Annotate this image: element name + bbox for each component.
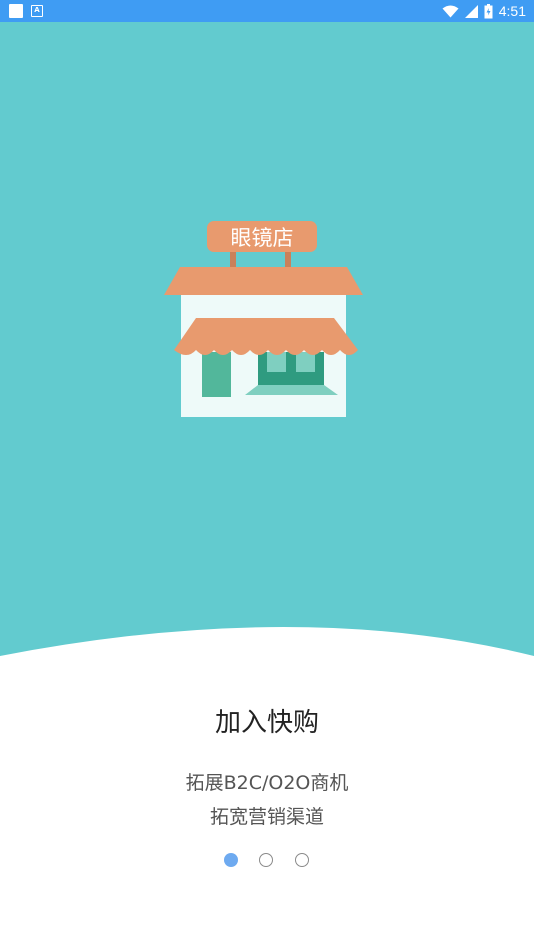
page-dot-1[interactable] [224, 853, 238, 867]
shop-counter [245, 385, 338, 395]
shop-window-pane-left [267, 352, 286, 372]
onboarding-subtitle-line1: 拓展B2C/O2O商机 [185, 772, 349, 794]
shop-window-pane-right [296, 352, 315, 372]
hero-illustration: 眼镜店 [0, 22, 534, 656]
cellular-signal-icon [464, 4, 478, 18]
status-bar: A 4:51 [0, 0, 534, 22]
status-right: 4:51 [442, 2, 526, 20]
shop-roof [164, 267, 363, 295]
status-time: 4:51 [498, 3, 526, 19]
page-dot-2[interactable] [259, 853, 273, 867]
a-badge-icon: A [31, 5, 43, 17]
wifi-icon [442, 5, 459, 17]
battery-icon [484, 3, 493, 18]
shop-sign-text: 眼镜店 [231, 226, 294, 250]
shop-door [202, 352, 231, 397]
onboarding-title: 加入快购 [214, 708, 319, 738]
shop-awning [174, 318, 358, 355]
page-indicator [0, 853, 534, 869]
onboarding-subtitle-line2: 拓宽营销渠道 [209, 806, 324, 828]
notification-square-icon [9, 4, 23, 18]
status-left-icons: A [9, 4, 43, 18]
page-dot-3[interactable] [295, 853, 309, 867]
